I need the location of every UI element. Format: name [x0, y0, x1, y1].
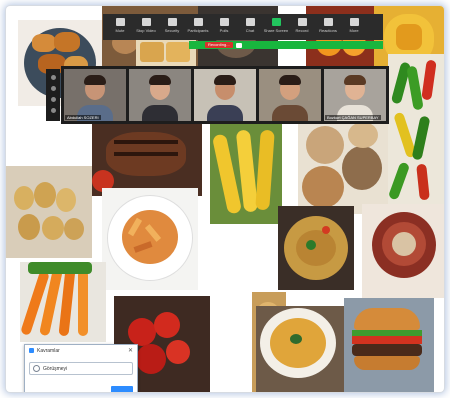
participant-video-strip: Abdullah SOZERI Bozkurt ÇAĞAN SUPERBAY: [61, 66, 389, 124]
search-icon: [33, 365, 40, 372]
lentil-soup-image: [256, 306, 344, 392]
dialog-input[interactable]: Görüşmeyi: [29, 362, 133, 375]
participant-strip-handle[interactable]: [46, 69, 60, 121]
kidney-beans-image: [362, 204, 444, 298]
pause-recording-icon[interactable]: [235, 42, 242, 48]
participant-video-tile[interactable]: Bozkurt ÇAĞAN SUPERBAY: [324, 69, 386, 121]
potatoes-image: [6, 166, 92, 258]
participants-icon: [193, 18, 203, 26]
dialog-ok-button[interactable]: [111, 386, 133, 392]
hamburger-image: [344, 298, 434, 392]
participant-video-tile[interactable]: [129, 69, 191, 121]
recording-indicator[interactable]: Recording...: [205, 42, 233, 48]
recording-status-bar: Recording...: [189, 41, 383, 49]
participant-video-tile[interactable]: [259, 69, 321, 121]
share-screen-button[interactable]: Share Screen: [263, 14, 289, 40]
dialog-title: Kavramlar: [37, 347, 60, 354]
dialog-titlebar: Kavramlar ✕: [25, 345, 137, 356]
video-camera-icon: [141, 18, 151, 26]
more-icon: [349, 18, 359, 26]
bread-loaves-image: [298, 118, 388, 214]
more-button[interactable]: More: [341, 14, 367, 40]
spaghetti-image: [278, 206, 354, 290]
chat-button[interactable]: Chat: [237, 14, 263, 40]
record-button[interactable]: Record: [289, 14, 315, 40]
participant-video-tile[interactable]: Abdullah SOZERI: [64, 69, 126, 121]
record-icon: [297, 18, 307, 26]
waffles-image: [136, 36, 196, 66]
share-screen-icon: [271, 18, 281, 26]
microphone-icon: [115, 18, 125, 26]
participant-name: Bozkurt ÇAĞAN SUPERBAY: [325, 115, 381, 120]
carrots-image: [20, 262, 106, 342]
green-chili-peppers-image: [388, 54, 444, 204]
participants-button[interactable]: Participants: [185, 14, 211, 40]
dialog-input-value: Görüşmeyi: [43, 365, 68, 372]
reactions-icon: [323, 18, 333, 26]
mute-button[interactable]: Mute: [107, 14, 133, 40]
polls-icon: [219, 18, 229, 26]
security-button[interactable]: Security: [159, 14, 185, 40]
zoom-toolbar: Mute Stop Video Security Participants Po…: [103, 14, 383, 40]
corn-cobs-image: [210, 120, 282, 224]
participant-name: Abdullah SOZERI: [65, 115, 101, 120]
polls-button[interactable]: Polls: [211, 14, 237, 40]
chat-icon: [245, 18, 255, 26]
grilled-steak-image: [92, 120, 202, 196]
participant-video-tile[interactable]: [194, 69, 256, 121]
stop-video-button[interactable]: Stop Video: [133, 14, 159, 40]
shield-icon: [167, 18, 177, 26]
penne-pasta-image: [102, 188, 198, 290]
reactions-button[interactable]: Reactions: [315, 14, 341, 40]
app-icon: [29, 348, 34, 353]
dialog-window: Kavramlar ✕ Görüşmeyi: [24, 344, 138, 392]
close-icon[interactable]: ✕: [128, 347, 133, 354]
food-collage: Abdullah SOZERI Bozkurt ÇAĞAN SUPERBAY M…: [6, 6, 444, 392]
